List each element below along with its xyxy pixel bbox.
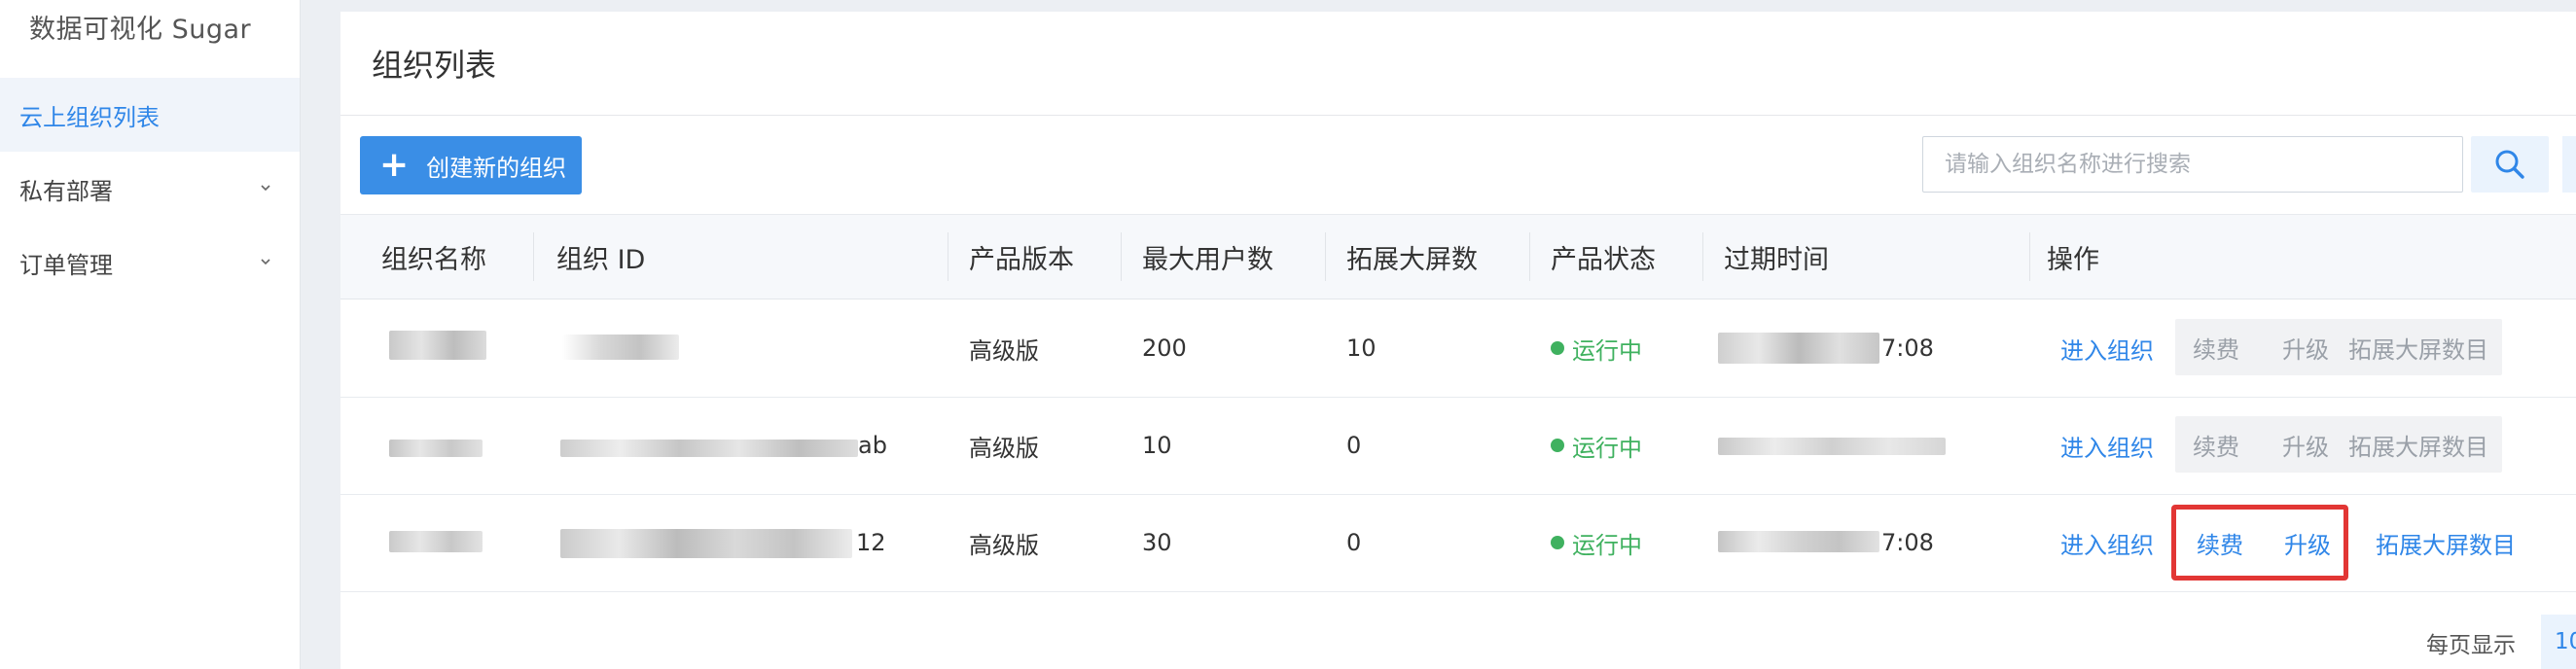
sidebar-item-private-deploy[interactable]: 私有部署 bbox=[0, 152, 300, 226]
search-input[interactable] bbox=[1922, 136, 2463, 193]
blurred-org-id bbox=[562, 334, 679, 360]
org-id-cell: ab bbox=[858, 432, 887, 459]
blurred-org-name bbox=[389, 331, 486, 360]
page-title: 组织列表 bbox=[372, 47, 497, 84]
sidebar-item-cloud-orgs[interactable]: 云上组织列表 bbox=[0, 78, 300, 152]
table-header: 组织名称 组织 ID 产品版本 最大用户数 拓展大屏数 产品状态 过期时间 操作 bbox=[340, 214, 2576, 299]
blurred-org-name bbox=[389, 531, 483, 552]
status-dot-icon bbox=[1551, 341, 1564, 355]
chevron-down-icon bbox=[261, 259, 270, 265]
actions-group-disabled: 续费 升级 拓展大屏数目 bbox=[2175, 319, 2502, 375]
col-header-screens[interactable]: 拓展大屏数 bbox=[1346, 215, 1478, 299]
max-users-cell: 200 bbox=[1142, 334, 1187, 362]
brand-title: 数据可视化 Sugar bbox=[29, 15, 252, 45]
blurred-expire-date bbox=[1718, 438, 1946, 455]
col-header-status[interactable]: 产品状态 bbox=[1551, 215, 1656, 299]
sidebar: 数据可视化 Sugar 云上组织列表 私有部署 订单管理 bbox=[0, 0, 301, 669]
plus-icon: + bbox=[379, 145, 410, 185]
divider bbox=[340, 115, 2576, 116]
org-id-cell: 12 bbox=[856, 529, 886, 556]
col-separator bbox=[1529, 232, 1530, 281]
expire-cell: 7:08 bbox=[1881, 529, 1934, 556]
enter-org-link[interactable]: 进入组织 bbox=[2060, 299, 2154, 397]
search-extra-button[interactable] bbox=[2562, 136, 2576, 193]
col-header-org-name[interactable]: 组织名称 bbox=[381, 215, 486, 299]
expand-screens-link[interactable]: 拓展大屏数目 bbox=[2376, 494, 2516, 591]
status-text: 运行中 bbox=[1572, 434, 1642, 462]
version-cell: 高级版 bbox=[969, 531, 1039, 559]
blurred-org-id bbox=[560, 529, 852, 558]
status-dot-icon bbox=[1551, 439, 1564, 452]
max-users-cell: 10 bbox=[1142, 432, 1172, 459]
actions-group-disabled: 续费 升级 拓展大屏数目 bbox=[2175, 416, 2502, 473]
page-size-select[interactable]: 10 bbox=[2541, 615, 2576, 669]
create-org-button[interactable]: + 创建新的组织 bbox=[360, 136, 582, 194]
col-separator bbox=[1702, 232, 1703, 281]
col-separator bbox=[1121, 232, 1122, 281]
screens-cell: 10 bbox=[1346, 334, 1377, 362]
status-cell: 运行中 bbox=[1551, 494, 1642, 591]
blurred-expire-date bbox=[1718, 531, 1879, 552]
create-org-label: 创建新的组织 bbox=[426, 154, 567, 182]
sidebar-item-label: 订单管理 bbox=[19, 251, 113, 279]
status-cell: 运行中 bbox=[1551, 397, 1642, 494]
enter-org-link[interactable]: 进入组织 bbox=[2060, 494, 2154, 591]
col-header-actions: 操作 bbox=[2047, 244, 2099, 275]
status-cell: 运行中 bbox=[1551, 299, 1642, 397]
enter-org-link[interactable]: 进入组织 bbox=[2060, 397, 2154, 494]
page-size-label: 每页显示 bbox=[2426, 633, 2516, 658]
col-separator bbox=[2029, 232, 2030, 281]
table-row: ab 高级版 10 0 运行中 进入组织 续费 升级 拓展大屏数目 bbox=[340, 397, 2576, 495]
search-button[interactable] bbox=[2471, 136, 2549, 193]
status-text: 运行中 bbox=[1572, 336, 1642, 365]
upgrade-button[interactable]: 升级 bbox=[2282, 416, 2329, 473]
expire-cell: 7:08 bbox=[1881, 334, 1934, 362]
sidebar-item-orders[interactable]: 订单管理 bbox=[0, 226, 300, 299]
main-panel: 组织列表 + 创建新的组织 组织名称 组织 ID 产品版本 最大用户数 拓展大屏… bbox=[340, 12, 2576, 669]
upgrade-button[interactable]: 升级 bbox=[2282, 319, 2329, 375]
blurred-expire-date bbox=[1718, 333, 1879, 364]
sidebar-item-label: 云上组织列表 bbox=[19, 103, 160, 131]
sidebar-item-label: 私有部署 bbox=[19, 177, 113, 205]
status-dot-icon bbox=[1551, 536, 1564, 549]
blurred-org-name bbox=[389, 440, 483, 457]
expand-screens-button[interactable]: 拓展大屏数目 bbox=[2348, 319, 2488, 375]
version-cell: 高级版 bbox=[969, 434, 1039, 462]
version-cell: 高级版 bbox=[969, 336, 1039, 365]
col-header-max-users[interactable]: 最大用户数 bbox=[1142, 215, 1273, 299]
expand-screens-button[interactable]: 拓展大屏数目 bbox=[2348, 416, 2488, 473]
col-header-org-id[interactable]: 组织 ID bbox=[556, 215, 645, 299]
screens-cell: 0 bbox=[1346, 529, 1362, 556]
renew-button[interactable]: 续费 bbox=[2193, 416, 2239, 473]
chevron-down-icon bbox=[261, 185, 270, 192]
status-text: 运行中 bbox=[1572, 531, 1642, 559]
screens-cell: 0 bbox=[1346, 432, 1362, 459]
highlight-annotation bbox=[2171, 505, 2348, 581]
max-users-cell: 30 bbox=[1142, 529, 1172, 556]
col-header-expire[interactable]: 过期时间 bbox=[1724, 215, 1829, 299]
col-separator bbox=[533, 232, 534, 281]
col-separator bbox=[1325, 232, 1326, 281]
col-header-version[interactable]: 产品版本 bbox=[969, 215, 1074, 299]
table-row: 高级版 200 10 运行中 7:08 进入组织 续费 升级 拓展大屏数目 bbox=[340, 299, 2576, 398]
blurred-org-id bbox=[560, 440, 858, 457]
search-icon bbox=[2495, 150, 2524, 179]
renew-button[interactable]: 续费 bbox=[2193, 319, 2239, 375]
